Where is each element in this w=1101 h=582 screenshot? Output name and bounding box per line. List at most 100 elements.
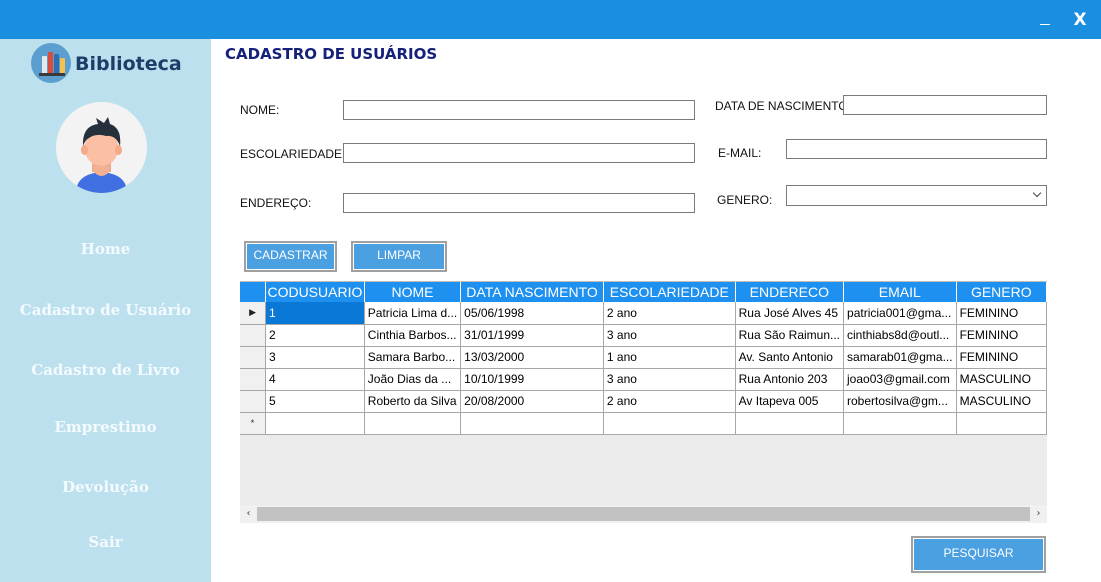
table-cell[interactable]: patricia001@gma... bbox=[843, 302, 957, 325]
grid-corner-cell bbox=[240, 282, 267, 302]
table-cell[interactable] bbox=[735, 412, 845, 435]
column-header-codusuario[interactable]: CODUSUARIO bbox=[265, 282, 365, 302]
genero-select[interactable] bbox=[786, 185, 1047, 206]
table-cell[interactable]: samarab01@gma... bbox=[843, 346, 957, 369]
table-cell[interactable]: Patricia Lima d... bbox=[364, 302, 462, 325]
table-cell[interactable]: 2 bbox=[265, 324, 365, 347]
table-cell[interactable] bbox=[265, 412, 365, 435]
table-row[interactable]: 2 Cinthia Barbos... 31/01/1999 3 ano Rua… bbox=[240, 324, 1047, 347]
table-cell[interactable]: joao03@gmail.com bbox=[843, 368, 957, 391]
endereco-input[interactable] bbox=[343, 193, 695, 213]
cadastrar-button-label: CADASTRAR bbox=[247, 244, 334, 269]
new-row-indicator-icon[interactable]: * bbox=[240, 412, 267, 435]
column-header-escolaridade[interactable]: ESCOLARIEDADE bbox=[603, 282, 736, 302]
table-row[interactable]: 3 Samara Barbo... 13/03/2000 1 ano Av. S… bbox=[240, 346, 1047, 369]
library-books-icon bbox=[31, 43, 71, 83]
nav-sair[interactable]: Sair bbox=[0, 533, 211, 551]
table-cell[interactable]: 1 bbox=[265, 302, 365, 325]
table-cell[interactable]: 13/03/2000 bbox=[460, 346, 604, 369]
horizontal-scrollbar[interactable]: ‹ › bbox=[240, 505, 1047, 523]
close-button[interactable]: X bbox=[1063, 6, 1097, 34]
limpar-button-label: LIMPAR bbox=[354, 244, 444, 269]
table-cell[interactable]: Samara Barbo... bbox=[364, 346, 462, 369]
table-cell[interactable] bbox=[843, 412, 957, 435]
email-label: E-MAIL: bbox=[718, 146, 762, 160]
row-header[interactable] bbox=[240, 368, 267, 391]
table-cell[interactable]: João Dias da ... bbox=[364, 368, 462, 391]
table-cell[interactable]: Av Itapeva 005 bbox=[735, 390, 845, 413]
column-header-email[interactable]: EMAIL bbox=[843, 282, 957, 302]
table-row[interactable]: 4 João Dias da ... 10/10/1999 3 ano Rua … bbox=[240, 368, 1047, 391]
escolaridade-input[interactable] bbox=[343, 143, 695, 163]
table-cell[interactable]: 2 ano bbox=[603, 390, 736, 413]
table-cell[interactable] bbox=[460, 412, 604, 435]
table-cell[interactable]: Rua José Alves 45 bbox=[735, 302, 845, 325]
users-data-grid[interactable]: CODUSUARIO NOME DATA NASCIMENTO ESCOLARI… bbox=[240, 281, 1047, 523]
table-cell[interactable]: 31/01/1999 bbox=[460, 324, 604, 347]
data-nascimento-input[interactable] bbox=[843, 95, 1047, 115]
table-cell[interactable]: 2 ano bbox=[603, 302, 736, 325]
table-cell[interactable]: Rua São Raimun... bbox=[735, 324, 845, 347]
title-bar: X bbox=[0, 0, 1101, 39]
column-header-endereco[interactable]: ENDERECO bbox=[735, 282, 845, 302]
cadastrar-button[interactable]: CADASTRAR bbox=[244, 241, 337, 272]
nav-emprestimo[interactable]: Emprestimo bbox=[0, 418, 211, 436]
escolaridade-label: ESCOLARIEDADE: bbox=[240, 147, 346, 161]
table-row[interactable]: ▶ 1 Patricia Lima d... 05/06/1998 2 ano … bbox=[240, 302, 1047, 325]
table-cell[interactable]: Cinthia Barbos... bbox=[364, 324, 462, 347]
row-header[interactable] bbox=[240, 390, 267, 413]
grid-header-row: CODUSUARIO NOME DATA NASCIMENTO ESCOLARI… bbox=[240, 282, 1047, 302]
nav-cadastro-livro[interactable]: Cadastro de Livro bbox=[0, 361, 211, 379]
table-cell[interactable]: MASCULINO bbox=[956, 390, 1047, 413]
page-title: CADASTRO DE USUÁRIOS bbox=[225, 45, 438, 63]
table-cell[interactable]: MASCULINO bbox=[956, 368, 1047, 391]
row-header[interactable] bbox=[240, 324, 267, 347]
table-cell[interactable]: Rua Antonio 203 bbox=[735, 368, 845, 391]
table-cell[interactable]: 3 ano bbox=[603, 368, 736, 391]
nav-devolucao[interactable]: Devolução bbox=[0, 478, 211, 496]
table-cell[interactable]: FEMININO bbox=[956, 302, 1047, 325]
nav-home[interactable]: Home bbox=[0, 240, 211, 258]
scroll-right-icon[interactable]: › bbox=[1030, 505, 1047, 523]
nav-cadastro-usuario[interactable]: Cadastro de Usuário bbox=[0, 301, 211, 319]
table-cell[interactable]: Av. Santo Antonio bbox=[735, 346, 845, 369]
nome-input[interactable] bbox=[343, 100, 695, 120]
scrollbar-thumb[interactable] bbox=[257, 507, 1030, 521]
table-row[interactable]: 5 Roberto da Silva 20/08/2000 2 ano Av I… bbox=[240, 390, 1047, 413]
table-cell[interactable]: FEMININO bbox=[956, 346, 1047, 369]
minimize-icon[interactable] bbox=[1028, 6, 1062, 34]
limpar-button[interactable]: LIMPAR bbox=[351, 241, 447, 272]
data-nascimento-label: DATA DE NASCIMENTO; bbox=[715, 99, 852, 113]
chevron-down-icon[interactable] bbox=[1032, 188, 1042, 198]
pesquisar-button-label: PESQUISAR bbox=[914, 539, 1043, 570]
table-cell[interactable]: 5 bbox=[265, 390, 365, 413]
table-cell[interactable]: cinthiabs8d@outl... bbox=[843, 324, 957, 347]
table-cell[interactable]: Roberto da Silva bbox=[364, 390, 462, 413]
pesquisar-button[interactable]: PESQUISAR bbox=[911, 536, 1046, 573]
table-cell[interactable]: 1 ano bbox=[603, 346, 736, 369]
table-cell[interactable]: 20/08/2000 bbox=[460, 390, 604, 413]
table-cell[interactable] bbox=[364, 412, 462, 435]
table-cell[interactable]: FEMININO bbox=[956, 324, 1047, 347]
table-cell[interactable]: 3 bbox=[265, 346, 365, 369]
genero-label: GENERO: bbox=[717, 193, 773, 207]
app-logo-text: Biblioteca bbox=[75, 53, 182, 75]
nome-label: NOME: bbox=[240, 103, 280, 117]
table-cell[interactable]: 3 ano bbox=[603, 324, 736, 347]
table-cell[interactable] bbox=[956, 412, 1047, 435]
column-header-genero[interactable]: GENERO bbox=[956, 282, 1047, 302]
scroll-left-icon[interactable]: ‹ bbox=[240, 505, 257, 523]
column-header-nome[interactable]: NOME bbox=[364, 282, 462, 302]
sidebar: Biblioteca Home Cadastro de Usuário Cada… bbox=[0, 39, 211, 582]
table-cell[interactable]: 10/10/1999 bbox=[460, 368, 604, 391]
table-cell[interactable] bbox=[603, 412, 736, 435]
current-row-indicator-icon[interactable]: ▶ bbox=[240, 302, 267, 325]
email-input[interactable] bbox=[786, 139, 1047, 159]
row-header[interactable] bbox=[240, 346, 267, 369]
new-row[interactable]: * bbox=[240, 412, 1047, 435]
column-header-data-nascimento[interactable]: DATA NASCIMENTO bbox=[460, 282, 604, 302]
table-cell[interactable]: robertosilva@gm... bbox=[843, 390, 957, 413]
app-window: X Biblioteca Home Cadastro de Usuário Ca… bbox=[0, 0, 1101, 582]
table-cell[interactable]: 05/06/1998 bbox=[460, 302, 604, 325]
table-cell[interactable]: 4 bbox=[265, 368, 365, 391]
